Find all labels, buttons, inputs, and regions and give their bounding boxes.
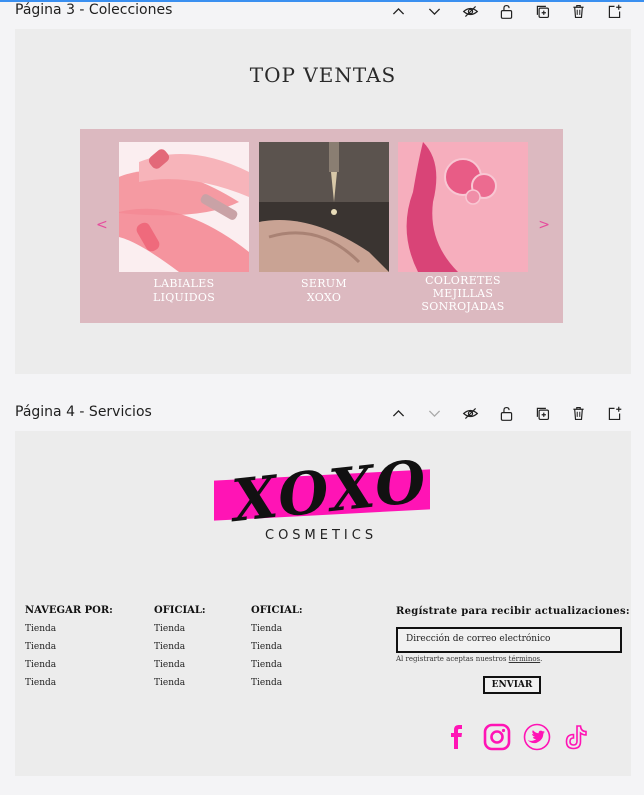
tiktok-link[interactable] — [563, 723, 591, 751]
logo-text: XOXO — [228, 446, 432, 536]
trash-icon — [572, 406, 584, 420]
card-label-labiales: LABIALES LIQUIDOS — [119, 277, 249, 305]
lock-icon — [500, 4, 512, 19]
card-label-line: MEJILLAS — [432, 287, 494, 300]
page-3-canvas[interactable]: TOP VENTAS < > LABIALES LIQUIDOS SERUM X… — [15, 29, 631, 374]
add-page-button[interactable] — [596, 402, 632, 424]
footer-link[interactable]: Tienda — [154, 624, 206, 642]
add-page-icon — [608, 4, 621, 18]
duplicate-icon — [536, 407, 549, 420]
footer-link[interactable]: Tienda — [25, 660, 113, 678]
lipgloss-image — [119, 142, 249, 272]
card-label-line: COLORETES — [425, 274, 501, 287]
blush-image — [398, 142, 528, 272]
footer-link[interactable]: Tienda — [154, 678, 206, 696]
footer-link[interactable]: Tienda — [251, 642, 303, 660]
add-page-button[interactable] — [596, 0, 632, 22]
chevron-up-icon — [392, 7, 404, 15]
page-header-3: Página 3 - Colecciones — [0, 0, 644, 22]
lock-icon — [500, 406, 512, 421]
add-page-icon — [608, 406, 621, 420]
hide-icon — [462, 407, 478, 419]
hide-page-button[interactable] — [452, 0, 488, 22]
product-carousel: < > LABIALES LIQUIDOS SERUM XOXO COLORET… — [80, 129, 563, 323]
email-field[interactable]: Dirección de correo electrónico — [396, 627, 622, 653]
footer-link[interactable]: Tienda — [25, 678, 113, 696]
card-label-line: SONROJADAS — [421, 300, 505, 313]
footer-link[interactable]: Tienda — [154, 642, 206, 660]
lock-page-button[interactable] — [488, 402, 524, 424]
footer-link[interactable]: Tienda — [251, 678, 303, 696]
column-heading: NAVEGAR POR: — [25, 605, 113, 616]
instagram-link[interactable] — [483, 723, 511, 751]
footer-link[interactable]: Tienda — [251, 624, 303, 642]
footer-column-oficial-2: OFICIAL: Tienda Tienda Tienda Tienda — [251, 605, 303, 696]
serum-image — [259, 142, 389, 272]
card-label-line: XOXO — [306, 291, 342, 304]
move-up-button[interactable] — [380, 0, 416, 22]
send-button[interactable]: ENVIAR — [483, 676, 541, 694]
instagram-icon — [483, 723, 511, 751]
terms-text: Al registrarte aceptas nuestros términos… — [396, 655, 542, 663]
terms-prefix: Al registrarte aceptas nuestros — [396, 655, 509, 663]
delete-page-button[interactable] — [560, 402, 596, 424]
carousel-next-button[interactable]: > — [538, 217, 550, 233]
footer-link[interactable]: Tienda — [25, 624, 113, 642]
page-header-4: Página 4 - Servicios — [0, 402, 644, 424]
facebook-link[interactable] — [443, 723, 471, 751]
card-label-line: LIQUIDOS — [152, 291, 216, 304]
logo-subtitle: COSMETICS — [265, 528, 378, 543]
move-down-button[interactable] — [416, 0, 452, 22]
duplicate-page-button[interactable] — [524, 0, 560, 22]
top-ventas-heading: TOP VENTAS — [249, 63, 397, 87]
footer-column-navegar: NAVEGAR POR: Tienda Tienda Tienda Tienda — [25, 605, 113, 696]
terms-suffix: . — [540, 655, 543, 663]
page-title: Página 3 - Colecciones — [15, 2, 173, 18]
hide-page-button[interactable] — [452, 402, 488, 424]
chevron-down-icon — [428, 7, 440, 15]
duplicate-page-button[interactable] — [524, 402, 560, 424]
card-label-serum: SERUM XOXO — [259, 277, 389, 305]
page-toolbar — [380, 402, 632, 424]
carousel-prev-button[interactable]: < — [96, 217, 108, 233]
chevron-up-icon — [392, 409, 404, 417]
footer-link[interactable]: Tienda — [251, 660, 303, 678]
card-label-coloretes: COLORETES MEJILLAS SONROJADAS — [398, 274, 528, 313]
footer-link[interactable]: Tienda — [25, 642, 113, 660]
page-toolbar — [380, 0, 632, 22]
trash-icon — [572, 4, 584, 18]
duplicate-icon — [536, 5, 549, 18]
social-links — [443, 723, 591, 751]
delete-page-button[interactable] — [560, 0, 596, 22]
lock-page-button[interactable] — [488, 0, 524, 22]
card-label-line: LABIALES — [153, 277, 215, 290]
page-title: Página 4 - Servicios — [15, 404, 152, 420]
chevron-down-icon — [428, 409, 440, 417]
page-4-canvas[interactable]: XOXO COSMETICS NAVEGAR POR: Tienda Tiend… — [15, 431, 631, 776]
move-up-button[interactable] — [380, 402, 416, 424]
facebook-icon — [451, 725, 462, 749]
twitter-link[interactable] — [523, 723, 551, 751]
tiktok-icon — [565, 725, 587, 750]
twitter-icon — [523, 723, 551, 751]
register-title: Regístrate para recibir actualizaciones: — [396, 606, 630, 617]
column-heading: OFICIAL: — [154, 605, 206, 616]
terms-link[interactable]: términos — [509, 655, 541, 663]
hide-icon — [462, 5, 478, 17]
footer-link[interactable]: Tienda — [154, 660, 206, 678]
column-heading: OFICIAL: — [251, 605, 303, 616]
card-label-line: SERUM — [301, 277, 347, 290]
footer-column-oficial-1: OFICIAL: Tienda Tienda Tienda Tienda — [154, 605, 206, 696]
move-down-button[interactable] — [416, 402, 452, 424]
